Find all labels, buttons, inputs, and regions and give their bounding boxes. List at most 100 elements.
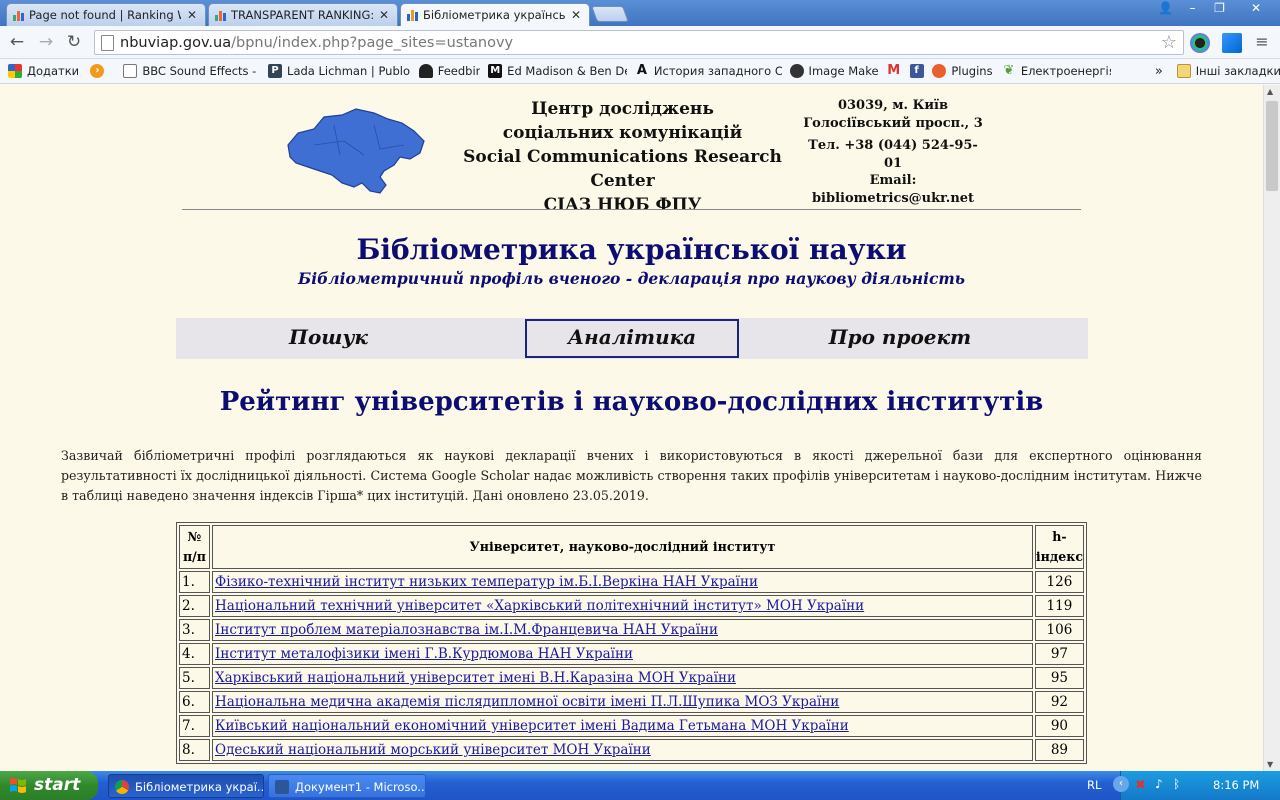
browser-tab-2[interactable]: TRANSPARENT RANKING: To ✕ — [208, 3, 398, 26]
org-line: соціальних комунікацій — [502, 123, 743, 143]
institution-link[interactable]: Одеський національний морський університ… — [215, 742, 651, 758]
bookmark-item[interactable]: ❦ Електроенергія — [1002, 64, 1110, 78]
contact-block: 03039, м. Київ Голосіївський просп., 3 Т… — [800, 97, 986, 207]
institution-link[interactable]: Національний технічний університет «Харк… — [215, 598, 864, 614]
site-title: Бібліометрика української науки — [356, 233, 907, 266]
institution-link[interactable]: Київський національний економічний уніве… — [215, 718, 849, 734]
windows-flag-icon — [10, 778, 26, 793]
tab-title: Бібліометрика української н — [423, 8, 565, 22]
tab-title: Page not found | Ranking We — [29, 8, 181, 22]
table-header-row: № п/п Університет, науково-дослідний інст… — [179, 525, 1084, 569]
browser-tab-1[interactable]: Page not found | Ranking We ✕ — [6, 3, 206, 26]
bookmark-label: Image Maker — [808, 64, 879, 78]
reload-icon[interactable]: ↻ — [64, 32, 84, 52]
apps-icon — [8, 64, 22, 78]
taskbar-item-chrome[interactable]: Бібліометрика украї... — [108, 774, 264, 798]
row-number: 6. — [179, 691, 210, 713]
menu-item-search[interactable]: Пошук — [176, 318, 481, 359]
language-indicator[interactable]: RL — [1087, 778, 1101, 792]
browser-tab-3[interactable]: Бібліометрика української н ✕ — [400, 3, 590, 26]
bookmarks-bar: Додатки › BBC Sound Effects - Res P Lada… — [0, 59, 1280, 84]
bookmark-item[interactable]: › — [90, 64, 109, 78]
bookmark-item[interactable]: Image Maker — [789, 64, 879, 78]
row-number: 4. — [179, 643, 210, 665]
institution-link[interactable]: Харківський національний університет іме… — [215, 670, 736, 686]
extension-graduation-icon[interactable] — [1222, 33, 1242, 53]
menu-item-analytics[interactable]: Аналітика — [525, 319, 739, 358]
bookmark-item[interactable]: BBC Sound Effects - Res — [123, 64, 260, 78]
menu-icon[interactable]: ≡ — [1252, 32, 1272, 52]
maximize-icon[interactable]: ❐ — [1206, 0, 1233, 18]
institution-link[interactable]: Національна медична академія післядиплом… — [215, 694, 839, 710]
address-line: 03039, м. Київ — [837, 98, 949, 113]
scroll-up-icon[interactable]: ▲ — [1267, 87, 1273, 96]
bookmark-star-icon[interactable]: ☆ — [1161, 32, 1177, 53]
table-row: 6. Національна медична академія післядипл… — [179, 691, 1084, 713]
bookmark-item[interactable]: Feedbin — [418, 64, 480, 78]
bookmark-item[interactable]: M — [887, 64, 906, 78]
other-bookmarks[interactable]: Інші закладки — [1176, 64, 1280, 78]
row-number: 5. — [179, 667, 210, 689]
institution-link[interactable]: Фізико-технічний інститут низьких темпер… — [215, 574, 758, 590]
word-icon — [275, 780, 289, 794]
bluetooth-icon[interactable]: ᛒ — [1173, 777, 1180, 791]
table-row: 3. Інститут проблем матеріалознавства ім.… — [179, 619, 1084, 641]
bookmark-item[interactable]: f — [909, 64, 929, 78]
back-arrow-icon[interactable]: ← — [7, 32, 27, 52]
volume-icon[interactable]: ♪ — [1155, 777, 1163, 791]
network-icon[interactable]: ✖ — [1135, 778, 1146, 793]
start-button[interactable]: start — [0, 771, 98, 800]
plugins-icon — [932, 64, 947, 78]
page-icon — [101, 34, 114, 51]
email-address[interactable]: bibliometrics@ukr.net — [800, 190, 986, 208]
close-icon[interactable]: ✕ — [569, 8, 583, 22]
clock[interactable]: 8:16 PM — [1213, 778, 1259, 792]
scroll-down-icon[interactable]: ▼ — [1267, 760, 1273, 769]
extension-color-icon[interactable] — [1190, 33, 1210, 53]
new-tab-button[interactable] — [591, 6, 629, 22]
close-icon[interactable]: ✕ — [185, 8, 199, 22]
row-number: 1. — [179, 571, 210, 593]
header-divider — [182, 209, 1081, 210]
h-index-value: 92 — [1034, 691, 1084, 713]
table-row: 1. Фізико-технічний інститут низьких темп… — [179, 571, 1084, 593]
bookmark-apps[interactable]: Додатки — [8, 64, 78, 78]
publons-icon: P — [268, 64, 283, 78]
minimize-icon[interactable]: – — [1179, 0, 1206, 18]
vertical-scrollbar[interactable]: ▲ ▼ — [1263, 85, 1280, 771]
tab-title: TRANSPARENT RANKING: To — [231, 8, 373, 22]
folder-icon — [1176, 64, 1191, 78]
taskbar-item-word[interactable]: Документ1 - Microso... — [268, 774, 426, 798]
bookmark-item[interactable]: M Ed Madison & Ben DeJar — [488, 64, 627, 78]
bookmark-label: История западного Сре — [653, 64, 782, 78]
close-icon[interactable]: ✕ — [377, 8, 391, 22]
bookmark-item[interactable]: A История западного Сре — [635, 64, 782, 78]
tray-expand-icon[interactable]: ‹ — [1113, 776, 1129, 792]
page-icon — [123, 64, 138, 78]
forward-arrow-icon[interactable]: → — [36, 32, 56, 52]
institution-link[interactable]: Інститут проблем матеріалознавства ім.І.… — [215, 622, 718, 638]
webometrics-favicon-icon — [215, 11, 226, 21]
h-index-value: 126 — [1034, 571, 1084, 593]
table-row: 5. Харківський національний університет і… — [179, 667, 1084, 689]
medium-icon: M — [488, 64, 503, 78]
user-icon[interactable]: 👤 — [1152, 0, 1179, 18]
bookmark-item[interactable]: Plugins — [932, 64, 993, 78]
browser-toolbar: ← → ↻ nbuviap.gov.ua/bpnu/index.php?page… — [0, 26, 1280, 59]
institution-link[interactable]: Інститут металофізики імені Г.В.Курдюмов… — [215, 646, 633, 662]
ukraine-map-logo — [287, 108, 425, 194]
bookmark-item[interactable]: P Lada Lichman | Publons — [268, 64, 411, 78]
table-row: 2. Національний технічний університет «Ха… — [179, 595, 1084, 617]
h-index-value: 89 — [1034, 739, 1084, 761]
org-line: СІАЗ НЮБ ФПУ — [543, 195, 702, 215]
scrollbar-thumb[interactable] — [1266, 101, 1278, 191]
menu-item-about[interactable]: Про проект — [739, 318, 1061, 359]
address-bar[interactable]: nbuviap.gov.ua/bpnu/index.php?page_sites… — [94, 30, 1184, 55]
org-line: Центр досліджень — [531, 99, 714, 119]
more-bookmarks-icon[interactable]: » — [1155, 64, 1163, 79]
orange-badge-icon: › — [90, 64, 105, 78]
close-window-icon[interactable]: ✕ — [1233, 0, 1279, 18]
h-index-value: 106 — [1034, 619, 1084, 641]
org-title: Центр досліджень соціальних комунікацій … — [450, 97, 795, 217]
image-maker-icon — [789, 64, 804, 78]
